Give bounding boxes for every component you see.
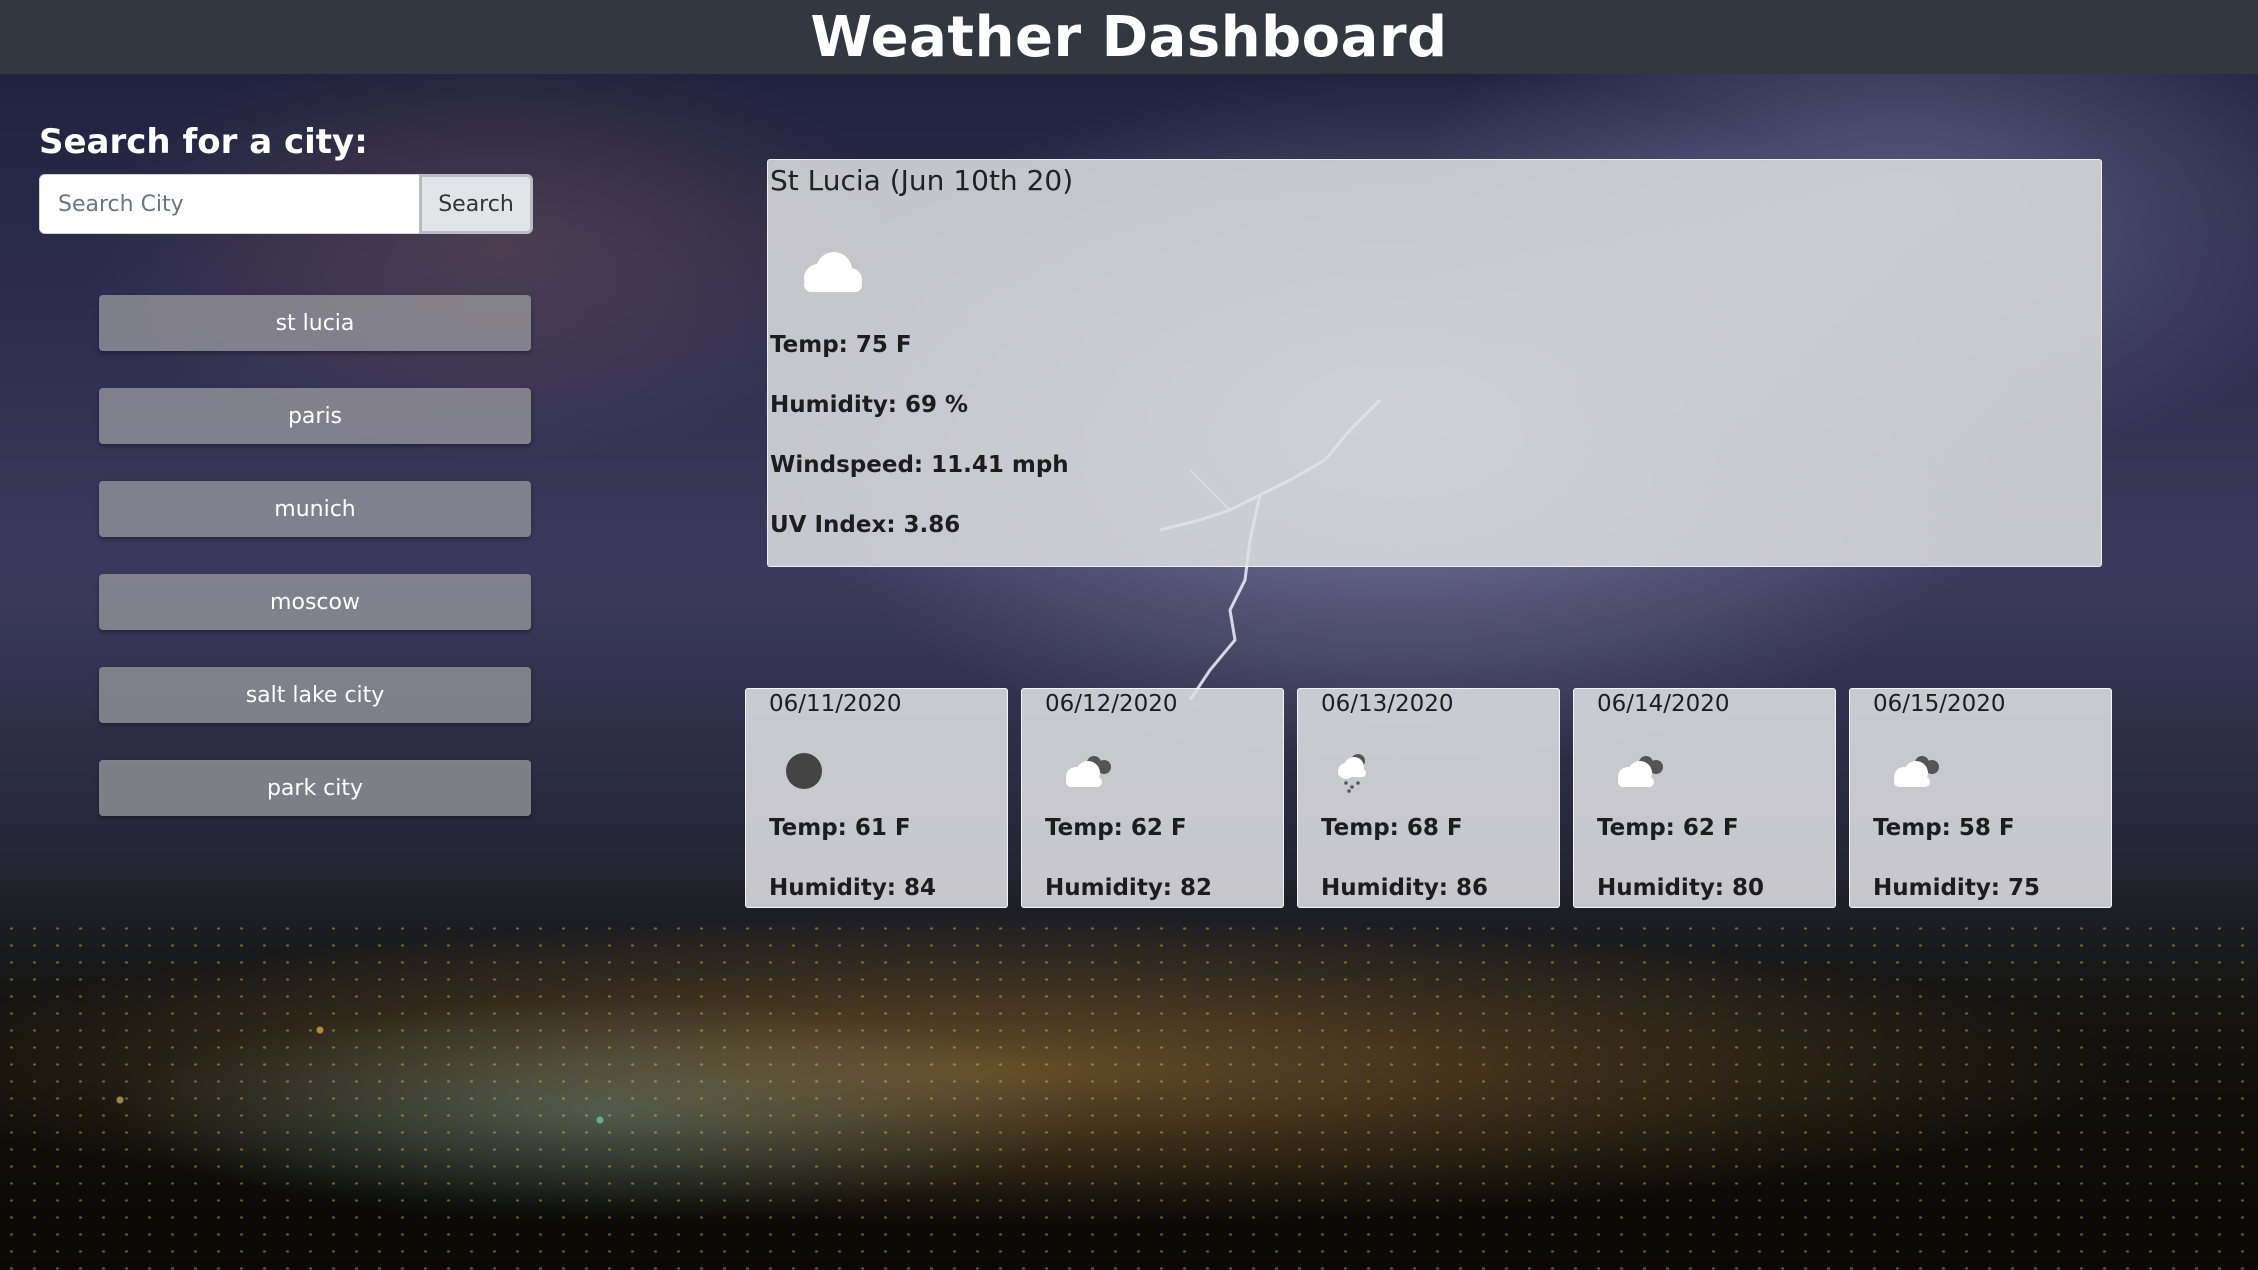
search-history-list: st lucia paris munich moscow salt lake c… [99,295,531,853]
five-day-forecast: 06/11/2020 Temp: 61 F Humidity: 84 06/12… [745,688,2125,908]
forecast-card: 06/14/2020 Temp: 62 F Humidity: 80 [1573,688,1836,908]
forecast-temp: Temp: 58 F [1873,815,2015,841]
forecast-date: 06/12/2020 [1045,691,1178,717]
history-city-button[interactable]: st lucia [99,295,531,351]
dark-circle-icon [786,753,822,789]
history-city-button[interactable]: park city [99,760,531,816]
history-city-button[interactable]: munich [99,481,531,537]
history-city-button[interactable]: moscow [99,574,531,630]
forecast-card: 06/12/2020 Temp: 62 F Humidity: 82 [1021,688,1284,908]
page-title: Weather Dashboard [810,4,1448,70]
snow-icon [1338,754,1366,793]
search-input[interactable] [39,174,419,234]
cloud-icon [804,252,862,292]
history-city-button[interactable]: salt lake city [99,667,531,723]
search-button[interactable]: Search [419,174,533,234]
forecast-date: 06/13/2020 [1321,691,1454,717]
forecast-card: 06/11/2020 Temp: 61 F Humidity: 84 [745,688,1008,908]
search-bar: Search [39,174,533,234]
current-windspeed: Windspeed: 11.41 mph [770,452,1069,478]
app-header: Weather Dashboard [0,0,2258,74]
forecast-humidity: Humidity: 75 [1873,875,2041,901]
forecast-humidity: Humidity: 86 [1321,875,1489,901]
search-heading: Search for a city: [39,122,368,162]
forecast-card: 06/15/2020 Temp: 58 F Humidity: 75 [1849,688,2112,908]
forecast-humidity: Humidity: 84 [769,875,937,901]
background-city-dots [0,920,2258,1270]
current-city-title: St Lucia (Jun 10th 20) [770,164,1074,197]
forecast-date: 06/11/2020 [769,691,902,717]
forecast-card: 06/13/2020 Temp: 68 F Humidity: 86 [1297,688,1560,908]
broken-clouds-icon [1066,756,1111,787]
forecast-temp: Temp: 68 F [1321,815,1463,841]
forecast-humidity: Humidity: 80 [1597,875,1765,901]
broken-clouds-icon [1894,756,1939,787]
current-weather-card: St Lucia (Jun 10th 20) Temp: 75 F Humidi… [767,159,2102,567]
history-city-button[interactable]: paris [99,388,531,444]
current-uv-index: UV Index: 3.86 [770,512,961,538]
forecast-humidity: Humidity: 82 [1045,875,1213,901]
forecast-date: 06/15/2020 [1873,691,2006,717]
broken-clouds-icon [1618,756,1663,787]
current-temp: Temp: 75 F [770,332,912,358]
forecast-temp: Temp: 61 F [769,815,911,841]
forecast-temp: Temp: 62 F [1045,815,1187,841]
forecast-date: 06/14/2020 [1597,691,1730,717]
forecast-temp: Temp: 62 F [1597,815,1739,841]
current-humidity: Humidity: 69 % [770,392,969,418]
